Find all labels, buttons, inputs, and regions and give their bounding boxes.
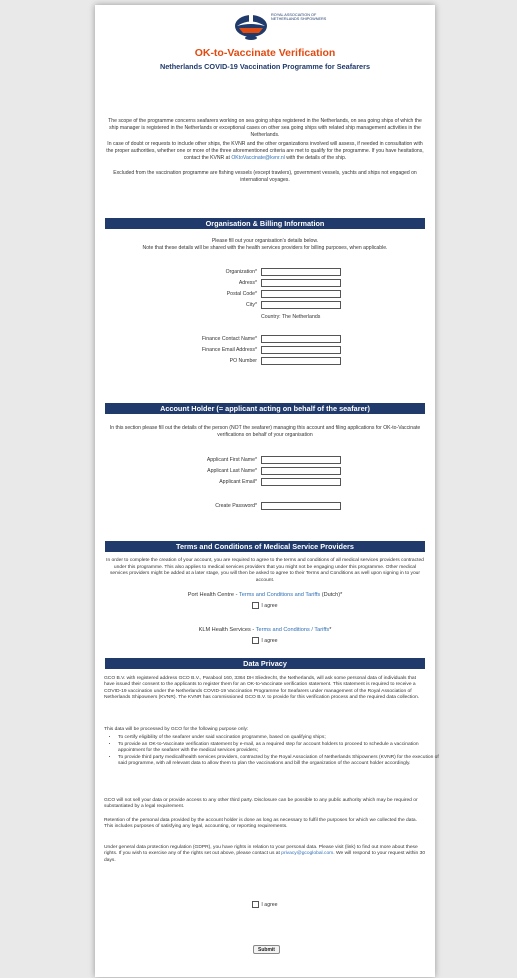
port-health-terms-link[interactable]: Terms and Conditions and Tariffs — [239, 592, 320, 598]
first-name-input[interactable] — [261, 456, 341, 464]
city-input[interactable] — [261, 301, 341, 309]
ship-emblem-icon — [235, 15, 267, 40]
list-item: To certify eligibility of the seafarer u… — [118, 735, 440, 741]
scope-text: The scope of the programme concerns seaf… — [108, 118, 422, 138]
logo-text: ROYAL ASSOCIATION OF NETHERLANDS SHIPOWN… — [271, 13, 327, 22]
address-row: Adress* — [95, 278, 435, 288]
excluded-text: Excluded from the vaccination programme … — [113, 170, 417, 183]
org-section-heading: Organisation & Billing Information — [105, 218, 425, 229]
postal-code-row: Postal Code* — [95, 289, 435, 299]
address-input[interactable] — [261, 279, 341, 287]
privacy-no-sale: GCO will not sell your data or provide a… — [104, 798, 418, 810]
klm-health-agree-checkbox[interactable] — [252, 637, 260, 644]
privacy-retention: Retention of the personal data provided … — [104, 818, 417, 830]
finance-email-input[interactable] — [261, 346, 341, 354]
privacy-email-link[interactable]: privacy@gcoglobal.com — [281, 851, 333, 856]
submit-button[interactable]: Submit — [253, 945, 280, 954]
privacy-intro: GCO B.V. with registered address GCO B.V… — [104, 676, 420, 700]
port-health-name: Port Health Centre - — [187, 592, 239, 598]
last-name-row: Applicant Last Name* — [95, 466, 435, 476]
password-label: Create Password* — [215, 503, 257, 509]
organization-input[interactable] — [261, 268, 341, 276]
po-number-row: PO Number — [95, 356, 435, 366]
privacy-purpose-intro: This data will be processed by GCO for t… — [104, 727, 249, 732]
postal-code-label: Postal Code* — [226, 291, 257, 297]
port-health-agree: I agree — [95, 602, 435, 609]
account-section-heading: Account Holder (= applicant acting on be… — [105, 403, 425, 414]
privacy-agree-checkbox[interactable] — [252, 901, 260, 908]
port-health-agree-checkbox[interactable] — [252, 602, 260, 609]
klm-health-agree: I agree — [95, 637, 435, 644]
city-label: City* — [246, 302, 257, 308]
privacy-gdpr: Under general data protection regulation… — [104, 845, 426, 864]
doubt-text: In case of doubt or requests to include … — [105, 141, 425, 161]
organization-row: Organization* — [95, 267, 435, 277]
first-name-label: Applicant First Name* — [206, 457, 257, 463]
page-title: OK-to-Vaccinate Verification — [194, 47, 336, 59]
list-item: To provide third party medical/health se… — [118, 755, 440, 768]
privacy-purpose-list: To certify eligibility of the seafarer u… — [104, 735, 440, 768]
finance-name-row: Finance Contact Name* — [95, 334, 435, 344]
address-label: Adress* — [238, 280, 257, 286]
org-note-2: Note that these details will be shared w… — [142, 245, 388, 251]
finance-name-input[interactable] — [261, 335, 341, 343]
finance-email-row: Finance Email Address* — [95, 345, 435, 355]
privacy-agree: I agree — [95, 901, 435, 908]
city-row: City* — [95, 300, 435, 310]
first-name-row: Applicant First Name* — [95, 455, 435, 465]
port-health-provider: Port Health Centre - Terms and Condition… — [95, 592, 435, 598]
account-note: In this section please fill out the deta… — [109, 425, 421, 438]
kvnr-logo: ROYAL ASSOCIATION OF NETHERLANDS SHIPOWN… — [233, 8, 328, 46]
port-health-agree-label: I agree — [261, 602, 278, 609]
postal-code-input[interactable] — [261, 290, 341, 298]
klm-health-provider: KLM Health Services - Terms and Conditio… — [95, 627, 435, 633]
registration-page: ROYAL ASSOCIATION OF NETHERLANDS SHIPOWN… — [95, 5, 439, 977]
privacy-agree-label: I agree — [261, 901, 278, 908]
po-number-input[interactable] — [261, 357, 341, 365]
terms-note: In order to complete the creation of you… — [106, 558, 424, 583]
email-row: Applicant Email* — [95, 477, 435, 487]
privacy-section-heading: Data Privacy — [105, 658, 425, 669]
email-input[interactable] — [261, 478, 341, 486]
klm-health-suffix: * — [329, 627, 332, 633]
klm-health-terms-link[interactable]: Terms and Conditions / Tariffs — [256, 627, 329, 633]
klm-health-name: KLM Health Services - — [198, 627, 256, 633]
finance-name-label: Finance Contact Name* — [201, 336, 257, 342]
klm-health-agree-label: I agree — [261, 637, 278, 644]
port-health-suffix: (Dutch)* — [320, 592, 343, 598]
last-name-label: Applicant Last Name* — [207, 468, 257, 474]
po-number-label: PO Number — [229, 358, 257, 364]
page-subtitle: Netherlands COVID-19 Vaccination Program… — [159, 62, 371, 71]
kvnr-email-link[interactable]: OKtoVaccinate@kvnr.nl — [231, 155, 285, 161]
password-row: Create Password* — [95, 501, 435, 511]
country-text: Country: The Netherlands — [261, 314, 321, 320]
password-input[interactable] — [261, 502, 341, 510]
organization-label: Organization* — [225, 269, 257, 275]
list-item: To provide an OK-to-Vaccinate verificati… — [118, 742, 440, 755]
last-name-input[interactable] — [261, 467, 341, 475]
finance-email-label: Finance Email Address* — [201, 347, 257, 353]
email-label: Applicant Email* — [219, 479, 257, 485]
terms-section-heading: Terms and Conditions of Medical Service … — [105, 541, 425, 552]
org-note-1: Please fill out your organisation's deta… — [211, 238, 319, 244]
doubt-text-tail: with the details of the ship. — [284, 154, 347, 161]
